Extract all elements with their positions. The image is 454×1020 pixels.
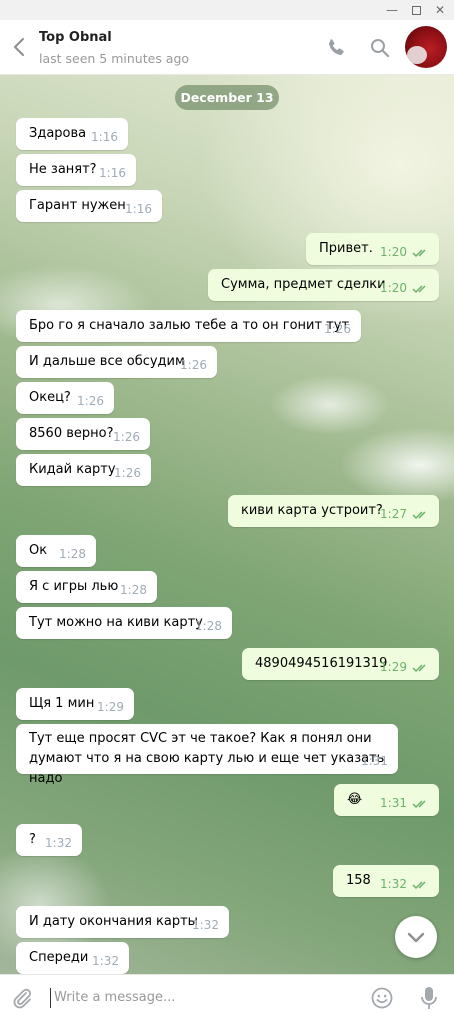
message-time: 1:26 <box>113 430 140 444</box>
message-time: 1:28 <box>120 583 147 597</box>
message-text: киви карта устроит? <box>241 503 383 518</box>
message-text: Окец? <box>29 390 71 405</box>
date-separator: December 13 <box>175 85 279 110</box>
minimize-button[interactable]: — <box>382 2 402 18</box>
message-outgoing[interactable]: киви карта устроит? 1:27 <box>228 495 439 527</box>
emoji-icon <box>371 987 393 1009</box>
message-time: 1:28 <box>195 619 222 633</box>
back-button[interactable] <box>10 34 30 60</box>
message-text: Тут можно на киви карту <box>29 615 203 630</box>
message-text: Здарова <box>29 126 87 141</box>
message-incoming[interactable]: Ок 1:28 <box>16 535 96 567</box>
read-checkmark-icon <box>412 511 426 520</box>
message-time: 1:32 <box>192 918 219 932</box>
call-button[interactable] <box>324 36 348 60</box>
message-text: Не занят? <box>29 162 97 177</box>
message-outgoing[interactable]: Привет. 1:20 <box>306 233 439 265</box>
message-incoming[interactable]: Тут еще просят CVC эт че такое? Как я по… <box>16 724 398 786</box>
chat-header: Top Obnal last seen 5 minutes ago <box>0 20 454 75</box>
read-checkmark-icon <box>412 881 426 890</box>
message-text: Тут еще просят CVC эт че такое? Как я по… <box>29 731 385 786</box>
message-text: Щя 1 мин <box>29 696 95 711</box>
message-time: 1:26 <box>180 358 207 372</box>
window-titlebar: — ✕ <box>0 0 454 20</box>
message-text: 😂 <box>347 792 363 807</box>
message-incoming[interactable]: И дальше все обсудим 1:26 <box>16 346 217 378</box>
message-incoming[interactable]: 8560 верно? 1:26 <box>16 418 150 450</box>
back-arrow-icon <box>14 38 24 56</box>
read-checkmark-icon <box>412 285 426 294</box>
attach-icon <box>13 988 32 1009</box>
read-checkmark-icon <box>412 249 426 258</box>
message-text: Ок <box>29 543 48 558</box>
message-time: 1:26 <box>324 322 351 336</box>
message-text: 158 <box>346 873 371 888</box>
message-outgoing[interactable]: 4890494516191319 1:29 <box>242 648 439 680</box>
emoji-button[interactable] <box>370 986 394 1010</box>
avatar[interactable] <box>405 26 447 68</box>
message-outgoing[interactable]: 158 1:32 <box>333 865 439 897</box>
message-text: Бро го я сначало залью тебе а то он гони… <box>29 318 350 333</box>
message-incoming[interactable]: Гарант нужен 1:16 <box>16 190 162 222</box>
message-outgoing[interactable]: Сумма, предмет сделки 1:20 <box>208 269 439 301</box>
message-incoming[interactable]: Тут можно на киви карту 1:28 <box>16 607 232 639</box>
maximize-button[interactable] <box>406 2 426 18</box>
message-incoming[interactable]: Спереди 1:32 <box>16 942 129 974</box>
read-checkmark-icon <box>412 664 426 673</box>
message-text: Привет. <box>319 241 373 256</box>
message-text: Кидай карту <box>29 462 116 477</box>
message-incoming[interactable]: Бро го я сначало залью тебе а то он гони… <box>16 310 361 342</box>
message-incoming[interactable]: Кидай карту 1:26 <box>16 454 151 486</box>
message-text: И дату окончания карты <box>29 914 198 929</box>
message-time: 1:16 <box>99 166 126 180</box>
message-text: 4890494516191319 <box>255 656 388 671</box>
message-time: 1:31 <box>380 796 407 810</box>
message-time: 1:32 <box>92 954 119 968</box>
message-incoming[interactable]: Щя 1 мин 1:29 <box>16 688 134 720</box>
message-outgoing[interactable]: 😂 1:31 <box>334 784 439 816</box>
contact-name[interactable]: Top Obnal <box>39 30 112 45</box>
close-window-button[interactable]: ✕ <box>430 2 450 18</box>
message-incoming[interactable]: ? 1:32 <box>16 824 82 856</box>
message-incoming[interactable]: Не занят? 1:16 <box>16 154 136 186</box>
scroll-to-bottom-button[interactable] <box>395 916 437 958</box>
message-time: 1:28 <box>59 547 86 561</box>
message-time: 1:16 <box>91 130 118 144</box>
message-incoming[interactable]: И дату окончания карты 1:32 <box>16 906 229 938</box>
message-time: 1:16 <box>125 202 152 216</box>
search-button[interactable] <box>368 36 392 60</box>
message-list[interactable]: December 13 Здарова 1:16 Не занят? 1:16 … <box>0 75 454 974</box>
attach-button[interactable] <box>10 986 34 1010</box>
message-text: И дальше все обсудим <box>29 354 185 369</box>
message-time: 1:20 <box>380 281 407 295</box>
message-incoming[interactable]: Здарова 1:16 <box>16 118 128 150</box>
message-time: 1:32 <box>45 836 72 850</box>
chevron-down-icon <box>407 932 425 943</box>
message-text: Спереди <box>29 950 89 965</box>
message-time: 1:20 <box>380 245 407 259</box>
voice-record-button[interactable] <box>418 985 440 1011</box>
maximize-icon <box>411 6 421 15</box>
message-incoming[interactable]: Окец? 1:26 <box>16 382 114 414</box>
message-time: 1:26 <box>114 466 141 480</box>
message-time: 1:26 <box>77 394 104 408</box>
microphone-icon <box>421 987 437 1009</box>
message-input[interactable]: Write a message... <box>50 988 350 1008</box>
message-text: 8560 верно? <box>29 426 114 441</box>
read-checkmark-icon <box>412 800 426 809</box>
message-composer: Write a message... <box>0 974 454 1020</box>
message-time: 1:32 <box>380 877 407 891</box>
message-text: Гарант нужен <box>29 198 126 213</box>
message-text: Я с игры лью <box>29 579 119 594</box>
message-text: ? <box>29 832 36 847</box>
contact-status: last seen 5 minutes ago <box>39 51 190 66</box>
message-text: Сумма, предмет сделки <box>221 277 386 292</box>
message-incoming[interactable]: Я с игры лью 1:28 <box>16 571 157 603</box>
message-time: 1:29 <box>380 660 407 674</box>
message-time: 1:31 <box>361 754 388 768</box>
phone-icon <box>329 39 344 55</box>
message-time: 1:27 <box>380 507 407 521</box>
message-time: 1:29 <box>97 700 124 714</box>
search-icon <box>371 39 390 58</box>
